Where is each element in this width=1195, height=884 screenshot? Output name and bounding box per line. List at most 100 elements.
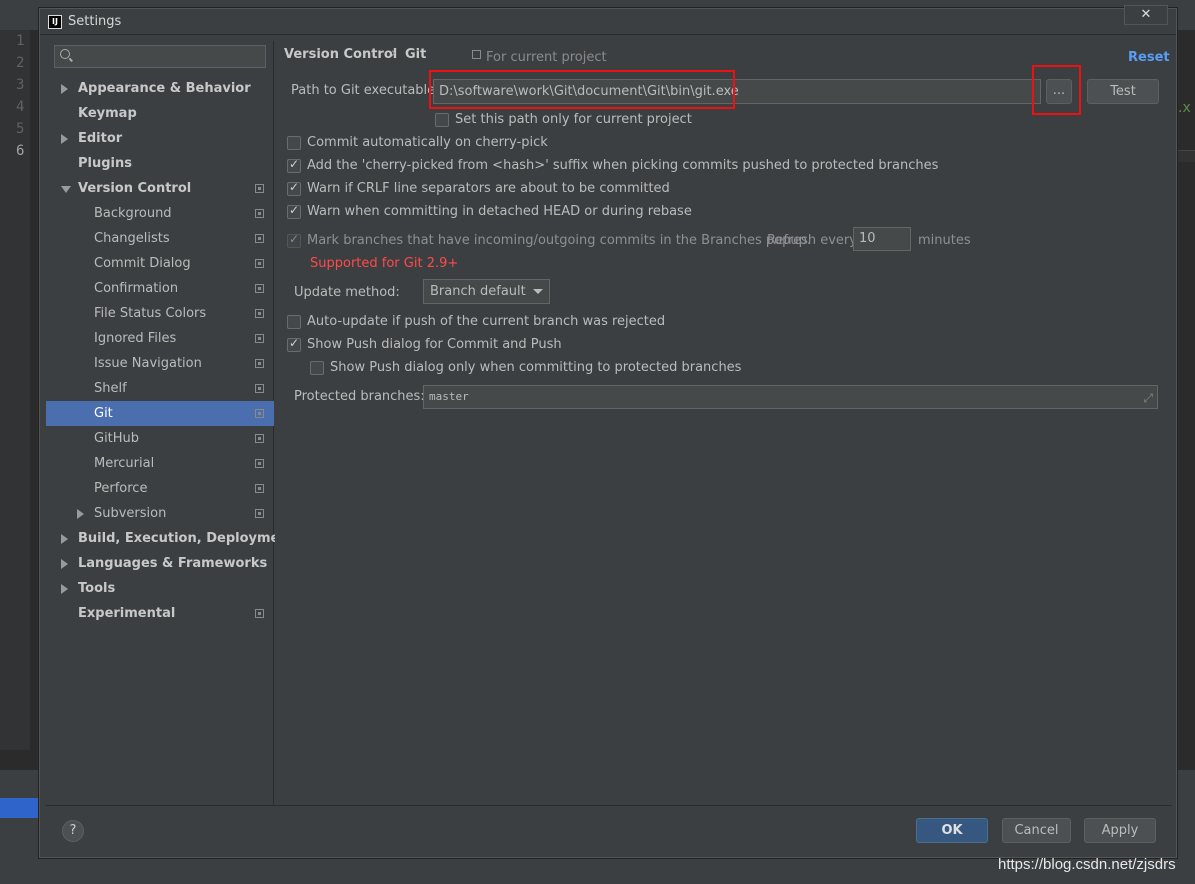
chevron-down-icon[interactable] — [61, 186, 71, 193]
line-number: 6 — [16, 143, 25, 159]
project-scope-icon — [255, 259, 264, 268]
help-button[interactable]: ? — [62, 820, 84, 842]
sidebar-item-tools[interactable]: Tools — [46, 576, 274, 601]
breadcrumb-parent[interactable]: Version Control — [284, 47, 397, 62]
chevron-right-icon[interactable] — [61, 559, 68, 569]
refresh-interval-input[interactable]: 10 — [853, 227, 911, 251]
sidebar-item-experimental[interactable]: Experimental — [46, 601, 274, 626]
protected-branches-input[interactable]: master ⤢ — [423, 385, 1158, 409]
expand-icon[interactable]: ⤢ — [1143, 387, 1153, 409]
sidebar-item-label: Experimental — [78, 606, 176, 621]
sidebar-item-file-status-colors[interactable]: File Status Colors — [46, 301, 274, 326]
test-button[interactable]: Test — [1087, 79, 1159, 104]
sidebar-item-label: Issue Navigation — [94, 356, 202, 371]
dialog-body: Appearance & Behavior Keymap Editor Plugins… — [46, 41, 1172, 805]
project-scope-icon — [255, 359, 264, 368]
cancel-button[interactable]: Cancel — [1002, 818, 1071, 843]
refresh-every-label: Refresh every — [767, 233, 857, 248]
mark-branches-label: Mark branches that have incoming/outgoin… — [307, 233, 812, 248]
commit-auto-cherry-checkbox[interactable] — [287, 136, 301, 150]
watermark: https://blog.csdn.net/zjsdrs — [998, 856, 1176, 873]
show-push-dialog-label: Show Push dialog for Commit and Push — [307, 337, 562, 352]
sidebar-item-build-execution-deployment[interactable]: Build, Execution, Deployment — [46, 526, 295, 551]
sidebar-item-label: Plugins — [78, 156, 132, 171]
warn-crlf-checkbox[interactable] — [287, 180, 301, 196]
sidebar-item-languages-frameworks[interactable]: Languages & Frameworks — [46, 551, 274, 576]
set-path-checkbox[interactable] — [435, 113, 449, 127]
ide-status-indicator — [0, 798, 40, 818]
minutes-label: minutes — [918, 233, 971, 248]
update-method-label: Update method: — [294, 285, 400, 300]
project-scope-icon — [255, 184, 264, 193]
sidebar-item-appearance-behavior[interactable]: Appearance & Behavior — [46, 76, 274, 101]
warn-crlf-label: Warn if CRLF line separators are about t… — [307, 181, 670, 196]
update-method-select[interactable]: Branch default — [423, 279, 550, 304]
sidebar-item-issue-navigation[interactable]: Issue Navigation — [46, 351, 274, 376]
sidebar-item-version-control[interactable]: Version Control — [46, 176, 274, 201]
auto-update-checkbox[interactable] — [287, 315, 301, 329]
sidebar-item-label: Shelf — [94, 381, 127, 396]
project-scope-icon — [255, 459, 264, 468]
chevron-down-icon — [533, 289, 543, 294]
chevron-right-icon[interactable] — [61, 584, 68, 594]
line-number: 3 — [16, 77, 25, 93]
sidebar-item-label: Version Control — [78, 181, 192, 196]
chevron-right-icon[interactable] — [61, 84, 68, 94]
close-button[interactable]: ✕ — [1124, 5, 1168, 25]
cherry-suffix-checkbox[interactable] — [287, 157, 301, 173]
sidebar-item-label: Languages & Frameworks — [78, 556, 268, 571]
show-push-protected-checkbox[interactable] — [310, 361, 324, 375]
sidebar-item-confirmation[interactable]: Confirmation — [46, 276, 274, 301]
project-scope-icon — [255, 309, 264, 318]
chevron-right-icon[interactable] — [61, 534, 68, 544]
reset-link[interactable]: Reset — [1128, 50, 1170, 65]
chevron-right-icon[interactable] — [61, 134, 68, 144]
sidebar-item-background[interactable]: Background — [46, 201, 274, 226]
dialog-title: Settings — [68, 14, 122, 29]
highlight-box — [429, 70, 735, 109]
sidebar-item-label: Mercurial — [94, 456, 155, 471]
sidebar-item-mercurial[interactable]: Mercurial — [46, 451, 274, 476]
project-scope-icon — [255, 484, 264, 493]
sidebar-item-label: Ignored Files — [94, 331, 177, 346]
sidebar-item-subversion[interactable]: Subversion — [46, 501, 274, 526]
mark-branches-checkbox[interactable] — [287, 232, 301, 248]
cherry-suffix-label: Add the 'cherry-picked from <hash>' suff… — [307, 158, 939, 173]
sidebar-item-label: Git — [94, 406, 113, 421]
apply-button[interactable]: Apply — [1084, 818, 1156, 843]
project-scope-icon — [255, 334, 264, 343]
project-scope-icon — [255, 409, 264, 418]
supported-git-note: Supported for Git 2.9+ — [310, 256, 459, 271]
sidebar-item-github[interactable]: GitHub — [46, 426, 274, 451]
sidebar-item-keymap[interactable]: Keymap — [46, 101, 274, 126]
sidebar-item-changelists[interactable]: Changelists — [46, 226, 274, 251]
protected-branches-value: master — [429, 390, 469, 403]
ide-line-gutter: 1 2 3 4 5 6 — [0, 30, 30, 750]
project-scope-icon — [255, 209, 264, 218]
sidebar-item-label: Keymap — [78, 106, 137, 121]
settings-dialog: IJ Settings ✕ Appearance & Behavior Keyma… — [39, 5, 1177, 858]
chevron-right-icon[interactable] — [77, 509, 84, 519]
for-current-project-label: For current project — [486, 50, 607, 65]
sidebar-item-label: Subversion — [94, 506, 167, 521]
ok-button[interactable]: OK — [916, 818, 988, 843]
git-settings-panel: Version Control › Git For current projec… — [275, 41, 1172, 805]
show-push-dialog-checkbox[interactable] — [287, 336, 301, 352]
set-path-label: Set this path only for current project — [455, 112, 692, 127]
sidebar-item-plugins[interactable]: Plugins — [46, 151, 274, 176]
sidebar-item-label: Editor — [78, 131, 123, 146]
sidebar-item-label: Appearance & Behavior — [78, 81, 251, 96]
warn-detached-checkbox[interactable] — [287, 203, 301, 219]
sidebar-item-commit-dialog[interactable]: Commit Dialog — [46, 251, 274, 276]
sidebar-item-editor[interactable]: Editor — [46, 126, 274, 151]
warn-detached-label: Warn when committing in detached HEAD or… — [307, 204, 692, 219]
project-scope-icon — [255, 434, 264, 443]
sidebar-item-ignored-files[interactable]: Ignored Files — [46, 326, 274, 351]
project-scope-icon — [255, 384, 264, 393]
project-scope-icon — [255, 234, 264, 243]
sidebar-item-shelf[interactable]: Shelf — [46, 376, 274, 401]
settings-search-input[interactable] — [54, 45, 266, 68]
sidebar-item-perforce[interactable]: Perforce — [46, 476, 274, 501]
sidebar-item-git[interactable]: Git — [46, 401, 274, 426]
line-number: 1 — [16, 33, 25, 49]
